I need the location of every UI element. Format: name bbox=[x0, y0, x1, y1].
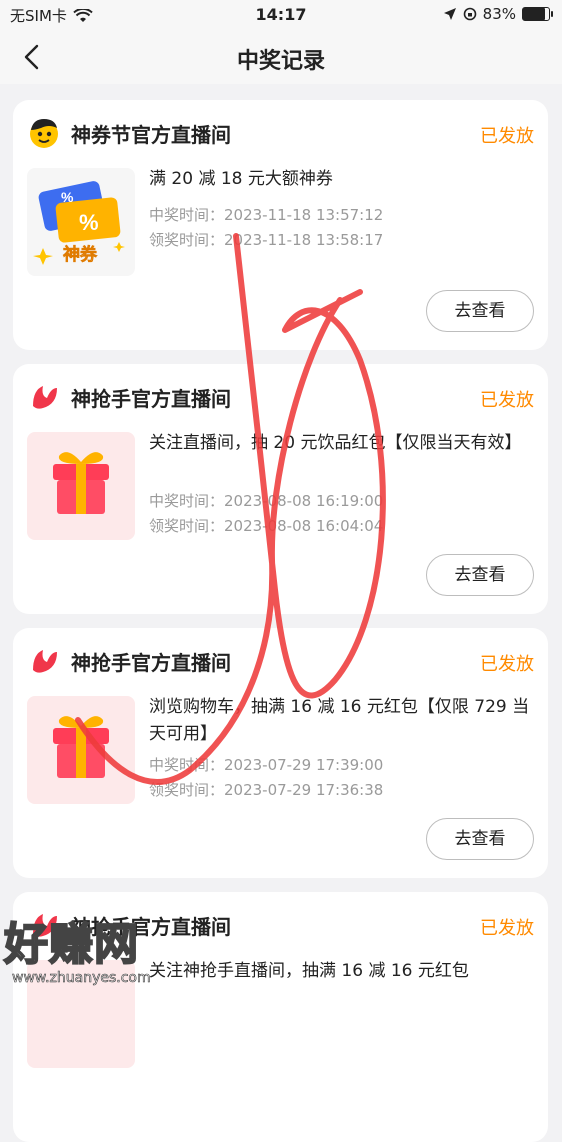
status-badge: 已发放 bbox=[480, 126, 534, 147]
claim-time: 领奖时间：2023-11-18 13:58:17 bbox=[149, 231, 384, 249]
brand-logo-icon bbox=[33, 650, 57, 673]
prize-card: 神抢手官方直播间 已发放 关注神抢手直播间，抽满 16 减 16 元红包 bbox=[13, 892, 548, 1142]
view-button[interactable]: 去查看 bbox=[426, 554, 534, 596]
svg-text:%: % bbox=[61, 189, 74, 205]
coupon-thumbnail: % % 神券 bbox=[27, 168, 135, 276]
win-time: 中奖时间：2023-07-29 17:39:00 bbox=[149, 756, 384, 774]
status-right: 83% bbox=[443, 5, 553, 23]
claim-time: 领奖时间：2023-08-08 16:04:04 bbox=[149, 517, 384, 535]
coupon-thumb-label: 神券 bbox=[63, 245, 98, 266]
card-header: 神券节官方直播间 bbox=[27, 116, 231, 150]
status-bar: 无SIM卡 14:17 83% bbox=[0, 0, 562, 30]
status-badge: 已发放 bbox=[480, 918, 534, 939]
battery-percent: 83% bbox=[482, 5, 516, 23]
location-arrow-icon bbox=[443, 8, 456, 20]
card-header: 神抢手官方直播间 bbox=[27, 644, 231, 678]
brand-logo-icon bbox=[33, 386, 57, 409]
room-name: 神抢手官方直播间 bbox=[71, 386, 231, 411]
claim-time: 领奖时间：2023-07-29 17:36:38 bbox=[149, 781, 384, 799]
room-name: 神抢手官方直播间 bbox=[71, 650, 231, 675]
win-time: 中奖时间：2023-11-18 13:57:12 bbox=[149, 206, 384, 224]
view-button[interactable]: 去查看 bbox=[426, 290, 534, 332]
card-header: 神抢手官方直播间 bbox=[27, 380, 231, 414]
gift-thumbnail bbox=[27, 696, 135, 804]
battery-icon bbox=[522, 7, 553, 21]
prize-card: 神抢手官方直播间 已发放 浏览购物车，抽满 16 减 16 元红包【仅限 729… bbox=[13, 628, 548, 878]
gift-thumbnail bbox=[27, 960, 135, 1068]
brand-logo-icon bbox=[33, 914, 57, 937]
page-title: 中奖记录 bbox=[236, 49, 325, 74]
card-header: 神抢手官方直播间 bbox=[27, 908, 231, 942]
status-badge: 已发放 bbox=[480, 390, 534, 411]
prize-title: 浏览购物车，抽满 16 减 16 元红包【仅限 729 当天可用】 bbox=[149, 697, 530, 744]
svg-text:%: % bbox=[79, 210, 99, 235]
status-badge: 已发放 bbox=[480, 654, 534, 675]
mascot-icon bbox=[30, 119, 58, 148]
orientation-lock-icon bbox=[463, 7, 476, 21]
room-name: 神券节官方直播间 bbox=[71, 122, 231, 147]
prize-card: 神抢手官方直播间 已发放 关注直播间，抽 20 元饮品红包【仅限当天有效】 中奖… bbox=[13, 364, 548, 614]
win-time: 中奖时间：2023-08-08 16:19:00 bbox=[149, 492, 384, 510]
prize-title: 关注直播间，抽 20 元饮品红包【仅限当天有效】 bbox=[149, 433, 522, 453]
battery-level bbox=[523, 8, 545, 20]
prize-title: 关注神抢手直播间，抽满 16 减 16 元红包 bbox=[149, 961, 469, 981]
gift-box-icon bbox=[53, 716, 109, 778]
gift-thumbnail bbox=[27, 432, 135, 540]
gift-box-icon bbox=[53, 452, 109, 514]
prize-card: 神券节官方直播间 已发放 % % 神券 满 20 减 18 元大额神券 中奖时间… bbox=[13, 100, 548, 350]
prize-title: 满 20 减 18 元大额神券 bbox=[149, 169, 333, 189]
nav-bar: 中奖记录 bbox=[0, 30, 562, 84]
view-button[interactable]: 去查看 bbox=[426, 818, 534, 860]
room-name: 神抢手官方直播间 bbox=[71, 914, 231, 939]
